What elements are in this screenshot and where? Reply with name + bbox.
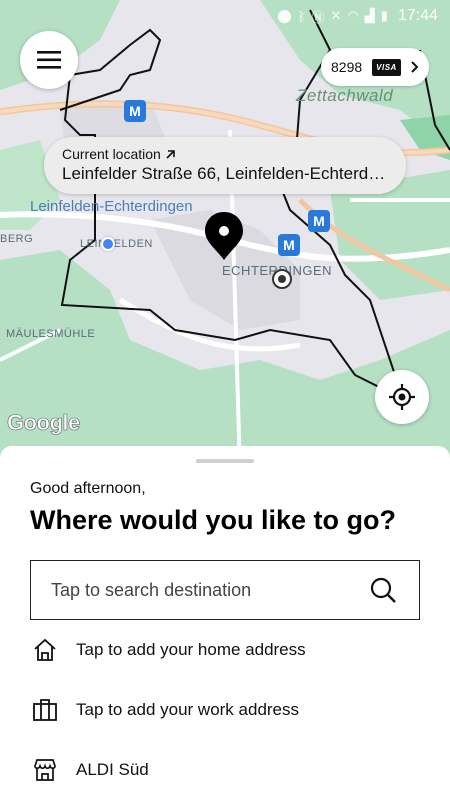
briefcase-icon (33, 699, 57, 721)
map-label-forest: Zettachwald (296, 86, 394, 105)
crosshair-icon (389, 384, 415, 410)
store-icon (34, 759, 56, 781)
mute-icon: ✕ (330, 8, 342, 23)
poi-target-icon[interactable] (272, 269, 292, 289)
transit-marker[interactable]: M (308, 210, 330, 232)
arrow-up-right-icon (166, 149, 175, 159)
wifi-icon: ◠ (347, 8, 359, 23)
transit-marker[interactable]: M (278, 234, 300, 256)
home-address-shortcut[interactable]: Tap to add your home address (30, 630, 420, 670)
home-icon (34, 638, 56, 661)
greeting-text: Good afternoon, (30, 480, 146, 497)
recenter-button[interactable] (375, 370, 429, 424)
google-logo: Google (7, 410, 81, 436)
home-address-label: Tap to add your home address (76, 640, 306, 659)
hamburger-icon (37, 51, 61, 69)
work-address-shortcut[interactable]: Tap to add your work address (30, 690, 420, 730)
work-address-label: Tap to add your work address (76, 700, 300, 719)
current-location-label: Current location (62, 146, 161, 162)
location-status-icon: ⬤ (277, 8, 292, 23)
status-time: 17:44 (397, 7, 438, 24)
map-label-place: LEINFELDEN (80, 238, 153, 250)
map-label-place: BERG (0, 233, 34, 245)
sheet-drag-handle[interactable] (196, 459, 254, 463)
battery-icon: ▮ (380, 8, 388, 23)
saved-place-label: ALDI Süd (76, 760, 149, 779)
nfc-icon: Ⓝ (311, 9, 325, 25)
card-last4: 8298 (331, 59, 363, 75)
visa-icon: VISA (372, 58, 401, 76)
destination-sheet: Good afternoon, Where would you like to … (0, 446, 450, 800)
current-location-address: Leinfelder Straße 66, Leinfelden-Echterd… (62, 164, 388, 183)
status-bar: ⬤ ᛒ Ⓝ ✕ ◠ ▟ ▮ 17:44 (0, 0, 450, 32)
chevron-right-icon (411, 61, 419, 73)
search-icon (370, 577, 396, 603)
menu-button[interactable] (20, 31, 78, 89)
signal-icon: ▟ (364, 8, 375, 23)
map-label-place: Leinfelden-Echterdingen (30, 198, 193, 215)
current-location-bubble[interactable]: Current location Leinfelder Straße 66, L… (44, 137, 406, 194)
search-placeholder: Tap to search destination (51, 579, 252, 600)
bluetooth-icon: ᛒ (297, 8, 306, 24)
page-title: Where would you like to go? (30, 505, 397, 535)
map-label-place: MÄULESMÜHLE (6, 328, 96, 340)
user-location-dot (101, 237, 115, 251)
payment-method-chip[interactable]: 8298 VISA (321, 48, 429, 86)
saved-place-shortcut[interactable]: ALDI Süd (30, 750, 420, 790)
transit-marker[interactable]: M (124, 100, 146, 122)
pickup-pin-icon[interactable] (203, 210, 245, 267)
destination-search-input[interactable]: Tap to search destination (30, 560, 420, 620)
